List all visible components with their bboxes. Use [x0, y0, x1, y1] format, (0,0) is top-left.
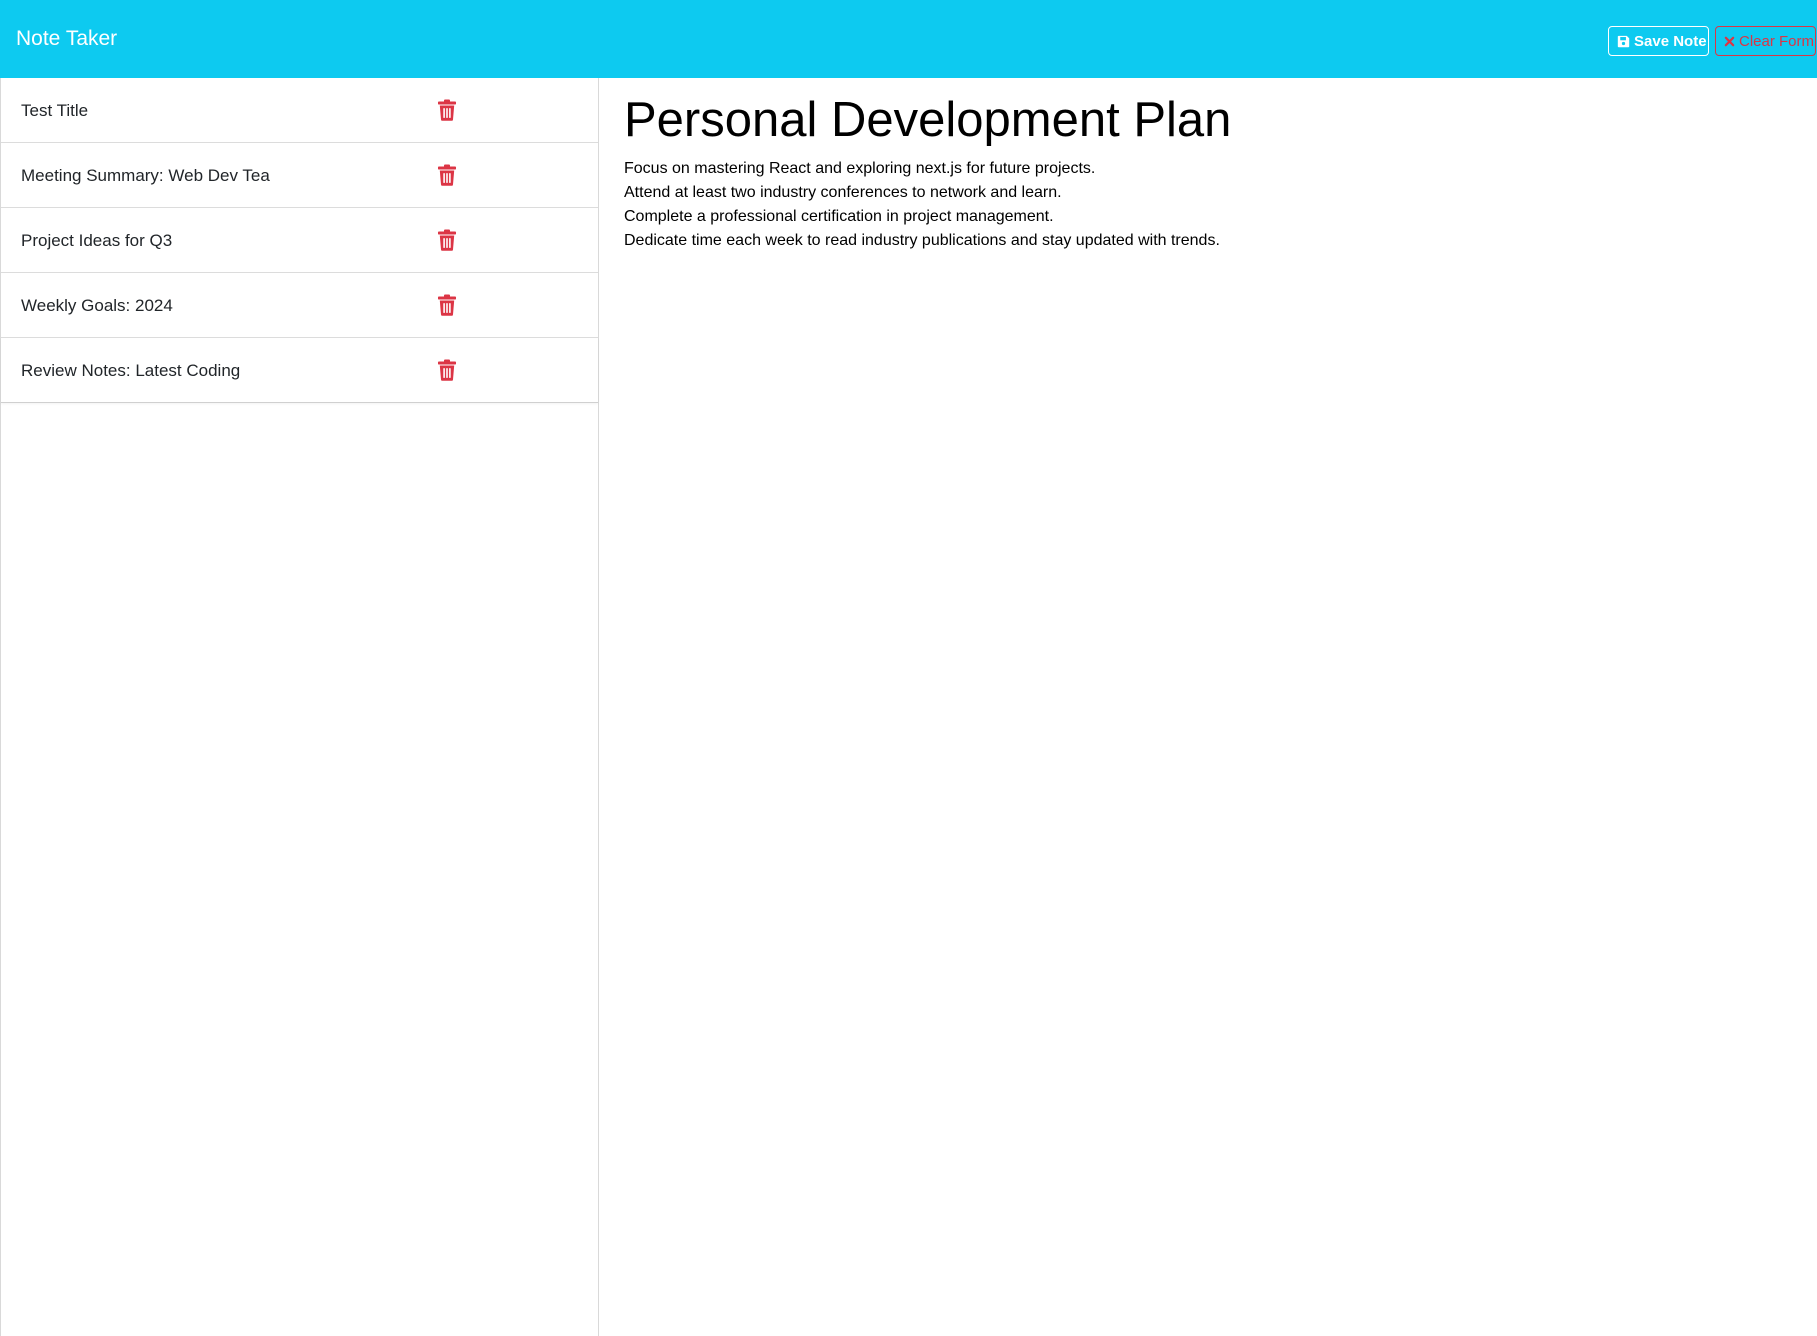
navbar: Note Taker Save Note Clear Form	[0, 0, 1817, 78]
note-text-line: Complete a professional certification in…	[624, 208, 1054, 225]
x-mark-icon	[1724, 36, 1735, 47]
trash-icon[interactable]	[437, 99, 457, 121]
note-item-title: Review Notes: Latest Coding	[21, 361, 241, 380]
brand-title[interactable]: Note Taker	[16, 26, 117, 52]
note-editor: Personal Development Plan Focus on maste…	[599, 78, 1817, 1336]
note-text-line: Focus on mastering React and exploring n…	[624, 160, 1096, 177]
trash-icon[interactable]	[437, 164, 457, 186]
trash-icon[interactable]	[437, 294, 457, 316]
trash-icon[interactable]	[437, 359, 457, 381]
list-item[interactable]: Test Title	[1, 78, 598, 143]
note-item-title: Project Ideas for Q3	[21, 231, 173, 250]
list-item[interactable]: Review Notes: Latest Coding	[1, 338, 598, 403]
clear-form-button[interactable]: Clear Form	[1715, 26, 1816, 56]
note-text-line: Dedicate time each week to read industry…	[624, 232, 1220, 249]
note-item-title: Meeting Summary: Web Dev Tea	[21, 166, 270, 185]
trash-icon[interactable]	[437, 229, 457, 251]
save-note-label: Save Note	[1634, 32, 1707, 50]
note-item-title: Test Title	[21, 101, 89, 120]
note-text-area[interactable]: Focus on mastering React and exploring n…	[624, 157, 1220, 253]
list-item[interactable]: Weekly Goals: 2024	[1, 273, 598, 338]
note-list: Test Title Meeting Summary: Web Dev Tea	[1, 78, 598, 403]
clear-form-label: Clear Form	[1739, 32, 1815, 50]
note-title-input[interactable]: Personal Development Plan	[624, 90, 1231, 150]
note-list-sidebar: Test Title Meeting Summary: Web Dev Tea	[0, 78, 599, 1336]
note-item-title: Weekly Goals: 2024	[21, 296, 173, 315]
note-text-line: Attend at least two industry conferences…	[624, 184, 1062, 201]
list-item[interactable]: Meeting Summary: Web Dev Tea	[1, 143, 598, 208]
save-note-button[interactable]: Save Note	[1608, 26, 1709, 56]
floppy-disk-icon	[1617, 35, 1630, 48]
list-item[interactable]: Project Ideas for Q3	[1, 208, 598, 273]
